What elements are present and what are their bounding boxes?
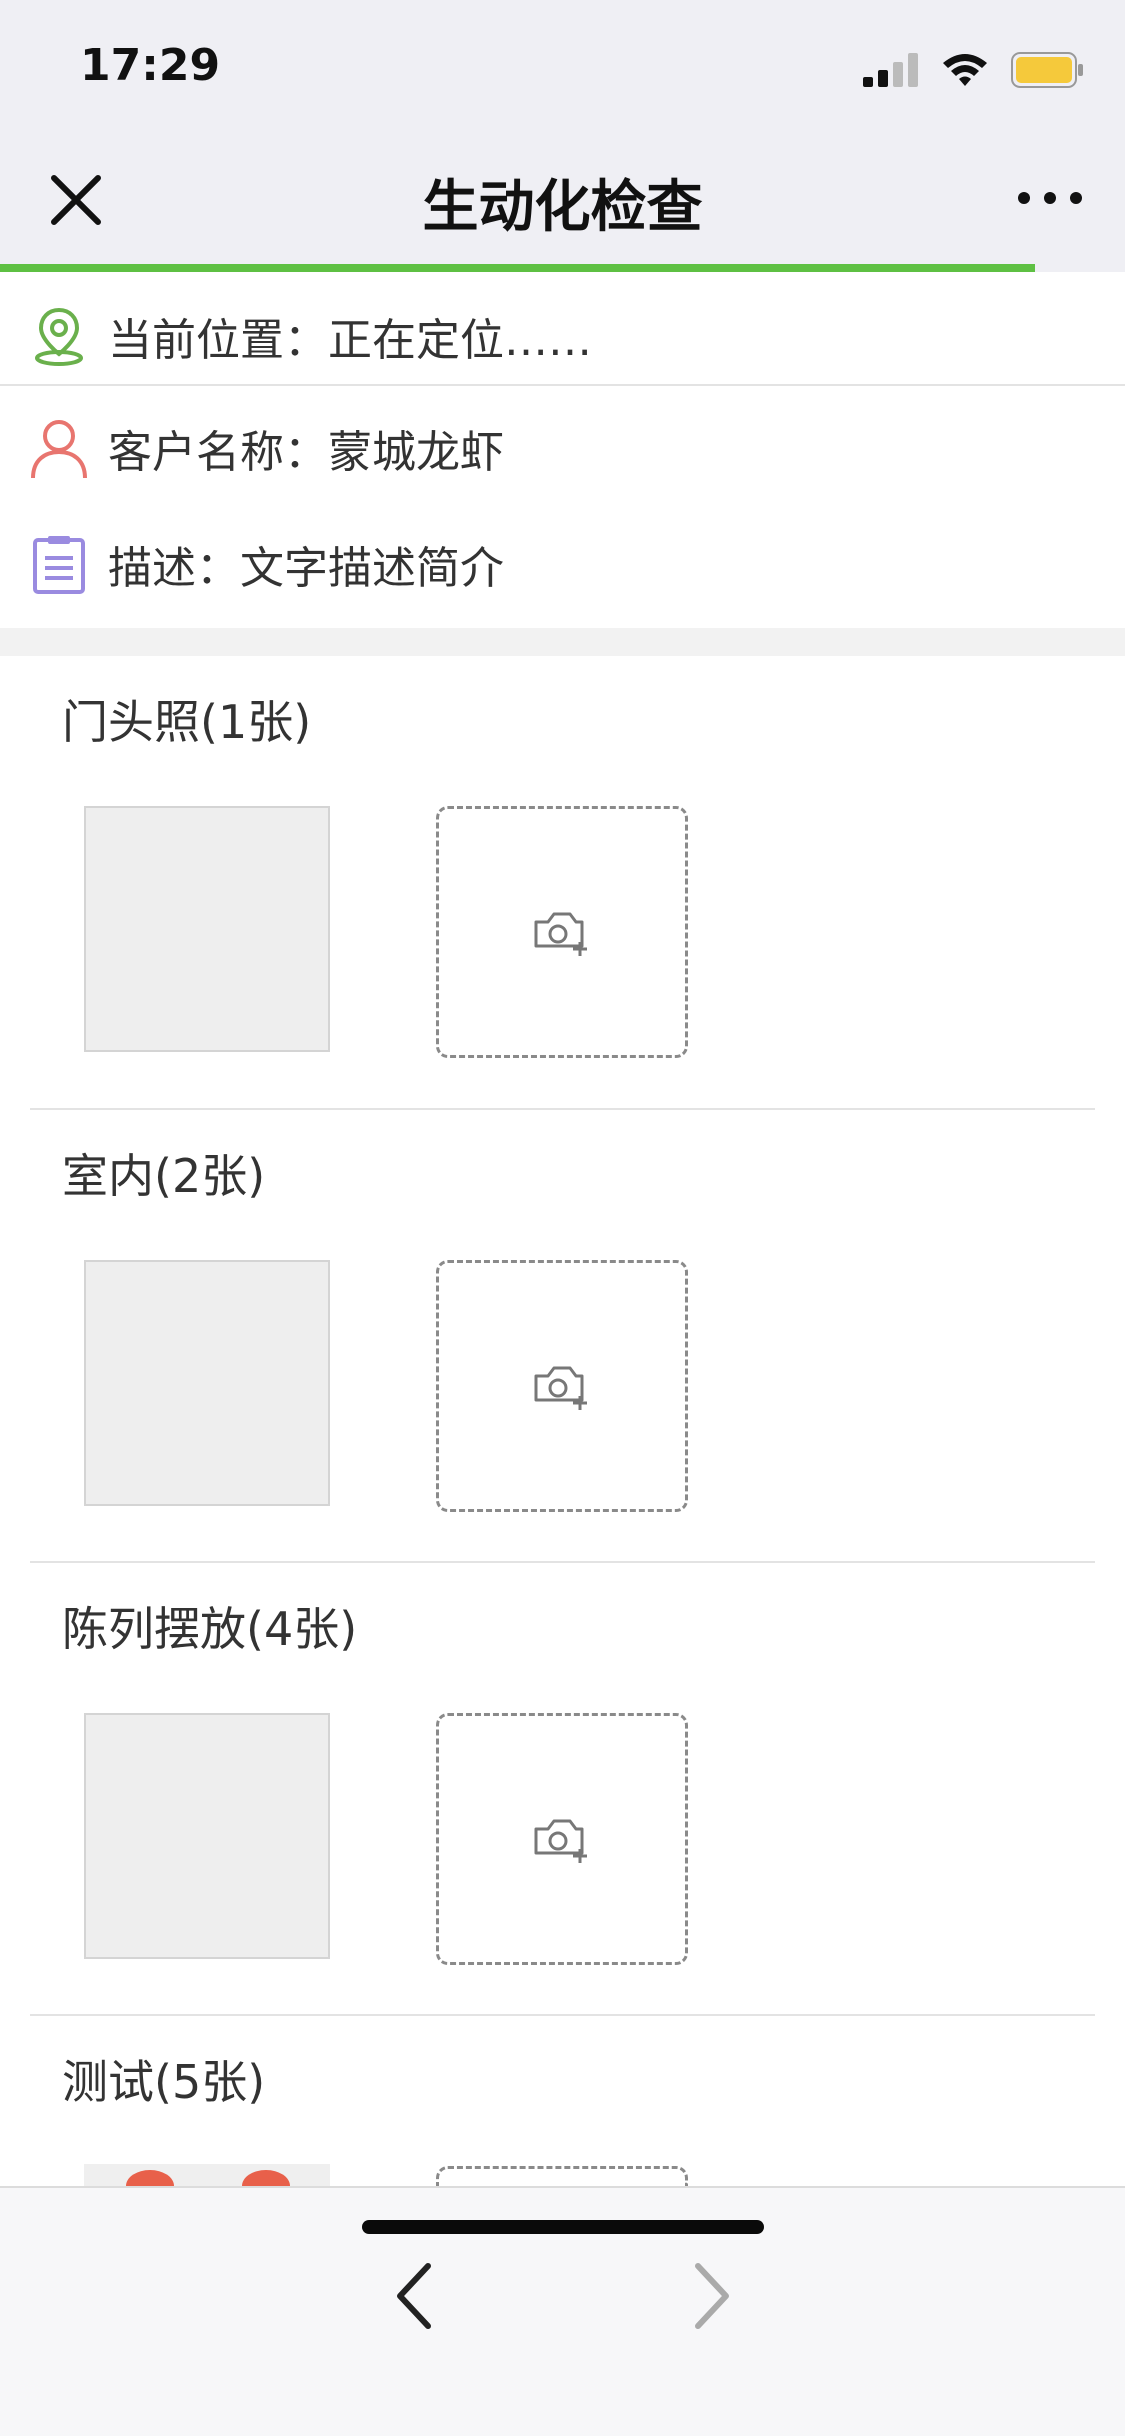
add-photo-button[interactable]: [436, 806, 688, 1058]
divider: [30, 1108, 1095, 1110]
page-title: 生动化检查: [422, 175, 703, 240]
home-indicator: [362, 2220, 764, 2234]
camera-add-icon: [534, 1366, 587, 1410]
clipboard-icon: [26, 531, 92, 597]
customer-text: 客户名称：蒙城龙虾: [108, 427, 504, 478]
loading-progress: [0, 264, 1125, 272]
photo-thumbnail[interactable]: [84, 1260, 330, 1506]
section-title: 室内(2张): [62, 1149, 266, 1203]
divider: [30, 1561, 1095, 1563]
location-text: 当前位置：正在定位……: [108, 315, 592, 366]
camera-add-icon: [534, 1819, 587, 1863]
photo-preview: [126, 2170, 290, 2188]
divider: [0, 384, 1125, 386]
camera-add-icon: [534, 912, 587, 956]
customer-row: 客户名称：蒙城龙虾: [0, 400, 1125, 496]
photo-thumbnail[interactable]: [84, 806, 330, 1052]
chevron-left-icon[interactable]: [388, 2256, 440, 2336]
description-row: 描述：文字描述简介: [0, 516, 1125, 612]
section-gap: [0, 628, 1125, 656]
user-icon: [26, 415, 92, 481]
location-row: 当前位置：正在定位……: [0, 288, 1125, 384]
more-icon[interactable]: [1015, 186, 1085, 210]
add-photo-button[interactable]: [436, 1260, 688, 1512]
wifi-icon: [943, 54, 987, 86]
divider: [30, 2014, 1095, 2016]
nav-bar: 生动化检查: [0, 132, 1125, 264]
signal-icon: [863, 53, 918, 87]
section-title: 门头照(1张): [62, 695, 312, 749]
add-photo-button[interactable]: [436, 1713, 688, 1965]
status-time: 17:29: [80, 40, 221, 91]
section-title: 测试(5张): [62, 2055, 266, 2109]
battery-icon: [1011, 52, 1083, 88]
description-text: 描述：文字描述简介: [108, 543, 504, 594]
status-bar: 17:29: [0, 0, 1125, 132]
add-photo-button[interactable]: [436, 2166, 688, 2186]
section-title: 陈列摆放(4张): [62, 1602, 358, 1656]
location-pin-icon: [26, 303, 92, 369]
photo-thumbnail[interactable]: [84, 2164, 330, 2188]
photo-thumbnail[interactable]: [84, 1713, 330, 1959]
status-icons: [863, 50, 1085, 90]
loading-progress-fill: [0, 264, 1035, 272]
chevron-right-icon[interactable]: [686, 2256, 738, 2336]
